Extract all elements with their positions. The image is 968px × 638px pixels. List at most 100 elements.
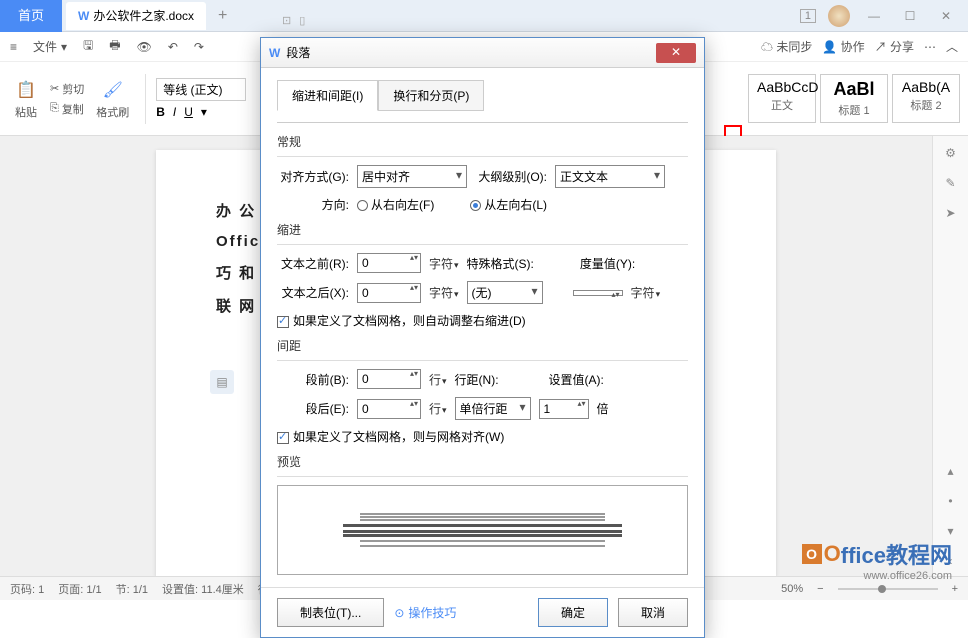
tips-link[interactable]: ⊙操作技巧 [394, 604, 456, 621]
alignment-select[interactable]: 居中对齐 [357, 165, 467, 188]
chevron-up-icon[interactable]: ︿ [946, 38, 958, 55]
save-icon[interactable]: 🖫 [83, 36, 93, 57]
special-format-select[interactable]: (无) [467, 281, 543, 304]
direction-rtl-radio[interactable]: 从右向左(F) [357, 196, 434, 213]
underline-button[interactable]: U [184, 105, 193, 119]
share-button[interactable]: ↗ 分享 [875, 38, 914, 55]
phone-icon[interactable]: ▯ [299, 14, 305, 27]
style-heading2[interactable]: AaBb(A 标题 2 [892, 74, 960, 123]
page-number[interactable]: 页码: 1 [10, 581, 44, 597]
direction-ltr-radio[interactable]: 从左向右(L) [470, 196, 547, 213]
more-icon[interactable]: ⋯ [924, 40, 936, 54]
line-spacing-select[interactable]: 单倍行距 [455, 397, 531, 420]
before-para-label: 段前(B): [277, 371, 349, 388]
ok-button[interactable]: 确定 [538, 598, 608, 627]
gear-icon[interactable]: ⚙ [945, 146, 956, 160]
paste-group[interactable]: 📋 粘贴 [8, 74, 44, 124]
special-format-label: 特殊格式(S): [467, 255, 534, 272]
scroll-up-icon[interactable]: ▴ [947, 464, 953, 478]
brush-icon: 🖌 [101, 78, 125, 102]
unit-times: 倍 [597, 400, 609, 417]
font-family-select[interactable]: 等线 (正文) [156, 78, 246, 101]
tab-stops-button[interactable]: 制表位(T)... [277, 598, 384, 627]
style-heading1[interactable]: AaBl 标题 1 [820, 74, 888, 123]
sync-status[interactable]: ☁ 未同步 [761, 38, 812, 55]
after-para-spinner[interactable]: 0 [357, 399, 421, 419]
floating-panel-icon[interactable]: ▤ [210, 370, 234, 394]
after-para-label: 段后(E): [277, 400, 349, 417]
scroll-down-icon[interactable]: ▾ [947, 524, 953, 538]
undo-icon[interactable]: ↶ [168, 40, 178, 54]
before-text-spinner[interactable]: 0 [357, 253, 421, 273]
tab-line-page-breaks[interactable]: 换行和分页(P) [378, 80, 484, 111]
section-count[interactable]: 节: 1/1 [116, 581, 148, 597]
window-count-badge[interactable]: 1 [800, 9, 816, 23]
watermark-logo-icon: O [802, 544, 822, 564]
after-text-label: 文本之后(X): [277, 284, 349, 301]
scissors-icon: ✂ [50, 82, 59, 95]
unit-char[interactable]: 字符 [631, 284, 661, 301]
more-font-icon[interactable]: ▾ [201, 105, 207, 119]
collab-button[interactable]: 👤 协作 [822, 38, 864, 55]
word-icon: W [78, 9, 89, 23]
set-value-label: 设置值(A): [549, 371, 604, 388]
dialog-footer: 制表位(T)... ⊙操作技巧 确定 取消 [261, 587, 704, 637]
copy-button[interactable]: ⎘复制 [50, 101, 84, 117]
italic-button[interactable]: I [173, 105, 176, 119]
outline-select[interactable]: 正文文本 [555, 165, 665, 188]
zoom-slider[interactable] [838, 588, 938, 590]
direction-label: 方向: [277, 196, 349, 213]
unit-char[interactable]: 字符 [429, 255, 459, 272]
unit-line[interactable]: 行 [429, 400, 447, 417]
before-para-spinner[interactable]: 0 [357, 369, 421, 389]
file-menu[interactable]: 文件▾ [33, 38, 67, 55]
style-normal[interactable]: AaBbCcD 正文 [748, 74, 816, 123]
tab-document[interactable]: W 办公软件之家.docx [66, 2, 206, 30]
measure-spinner[interactable] [573, 290, 623, 296]
watermark: O Office教程网 www.office26.com [802, 538, 952, 570]
maximize-button[interactable]: ☐ [898, 9, 922, 23]
dialog-titlebar[interactable]: W 段落 ✕ [261, 38, 704, 68]
dialog-close-button[interactable]: ✕ [656, 43, 696, 63]
cut-button[interactable]: ✂剪切 [50, 81, 84, 97]
section-preview: 预览 [277, 453, 688, 470]
unit-char[interactable]: 字符 [429, 284, 459, 301]
window-tab-bar: 首页 W 办公软件之家.docx ⊡ ▯ + 1 — ☐ ✕ [0, 0, 968, 32]
set-value-spinner[interactable]: 1 [539, 399, 589, 419]
pencil-icon[interactable]: ✎ [945, 176, 955, 190]
section-indent: 缩进 [277, 221, 688, 238]
page-count[interactable]: 页面: 1/1 [58, 581, 101, 597]
close-button[interactable]: ✕ [934, 9, 958, 23]
scroll-marker-icon: • [948, 494, 952, 508]
unit-line[interactable]: 行 [429, 371, 447, 388]
copy-icon: ⎘ [50, 102, 59, 115]
paragraph-dialog: W 段落 ✕ 缩进和间距(I) 换行和分页(P) 常规 对齐方式(G): 居中对… [260, 37, 705, 638]
print-icon[interactable]: 🖶 [109, 36, 120, 57]
bold-button[interactable]: B [156, 105, 165, 119]
alignment-label: 对齐方式(G): [277, 168, 349, 185]
monitor-icon[interactable]: ⊡ [282, 14, 291, 27]
minimize-button[interactable]: — [862, 9, 886, 23]
zoom-in-button[interactable]: + [952, 583, 958, 595]
line-spacing-label: 行距(N): [455, 371, 499, 388]
zoom-level[interactable]: 50% [781, 583, 803, 595]
outline-label: 大纲级别(O): [475, 168, 547, 185]
new-tab-button[interactable]: + [218, 7, 227, 25]
cursor-icon[interactable]: ➤ [945, 206, 955, 220]
auto-indent-checkbox[interactable]: 如果定义了文档网格，则自动调整右缩进(D) [277, 312, 526, 329]
avatar[interactable] [828, 5, 850, 27]
position-setting[interactable]: 设置值: 11.4厘米 [162, 581, 244, 597]
preview-icon[interactable]: 👁 [137, 40, 152, 54]
cancel-button[interactable]: 取消 [618, 598, 688, 627]
grid-align-checkbox[interactable]: 如果定义了文档网格，则与网格对齐(W) [277, 428, 504, 445]
lightbulb-icon: ⊙ [394, 606, 404, 620]
redo-icon[interactable]: ↷ [194, 40, 204, 54]
after-text-spinner[interactable]: 0 [357, 283, 421, 303]
tab-indent-spacing[interactable]: 缩进和间距(I) [277, 80, 378, 111]
format-painter-group[interactable]: 🖌 格式刷 [90, 74, 135, 124]
zoom-out-button[interactable]: − [817, 583, 823, 595]
preview-box [277, 485, 688, 575]
tab-home[interactable]: 首页 [0, 0, 62, 32]
dialog-tabs: 缩进和间距(I) 换行和分页(P) [277, 80, 688, 111]
app-menu-icon[interactable]: ≡ [10, 40, 17, 54]
